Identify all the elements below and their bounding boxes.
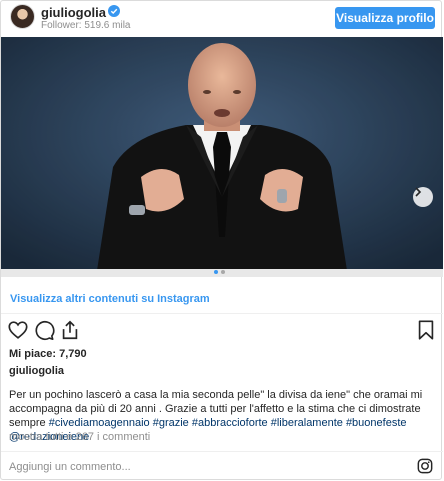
avatar[interactable] xyxy=(10,4,35,29)
comment-input-area: Aggiungi un commento... xyxy=(1,451,443,481)
comment-input[interactable]: Aggiungi un commento... xyxy=(9,461,131,473)
view-more-on-instagram-link[interactable]: Visualizza altri contenuti su Instagram xyxy=(10,293,210,305)
view-all-comments-link[interactable]: mostra tutti e 267 i commenti xyxy=(9,431,150,443)
instagram-embed-card: giuliogolia Follower: 519.6 mila Visuali… xyxy=(0,0,443,481)
post-photo-illustration xyxy=(1,37,443,277)
carousel-dots xyxy=(214,270,225,274)
divider xyxy=(1,313,443,314)
view-profile-button[interactable]: Visualizza profilo xyxy=(335,7,435,29)
bookmark-icon[interactable] xyxy=(415,319,437,341)
carousel-dot-1 xyxy=(214,270,218,274)
heart-icon[interactable] xyxy=(7,319,29,341)
like-count[interactable]: Mi piace: 7,790 xyxy=(9,348,87,360)
next-slide-button[interactable] xyxy=(413,187,433,207)
share-icon[interactable] xyxy=(59,319,81,341)
carousel-dot-2 xyxy=(221,270,225,274)
post-header: giuliogolia Follower: 519.6 mila Visuali… xyxy=(1,1,441,37)
caption-author[interactable]: giuliogolia xyxy=(9,365,64,377)
verified-badge-icon xyxy=(108,5,120,17)
action-bar xyxy=(1,319,443,345)
comment-icon[interactable] xyxy=(33,319,55,341)
instagram-logo-icon[interactable] xyxy=(417,458,433,474)
post-image[interactable] xyxy=(1,37,443,277)
follower-count: Follower: 519.6 mila xyxy=(41,20,131,31)
chevron-right-icon xyxy=(415,187,422,197)
username[interactable]: giuliogolia xyxy=(41,5,106,20)
